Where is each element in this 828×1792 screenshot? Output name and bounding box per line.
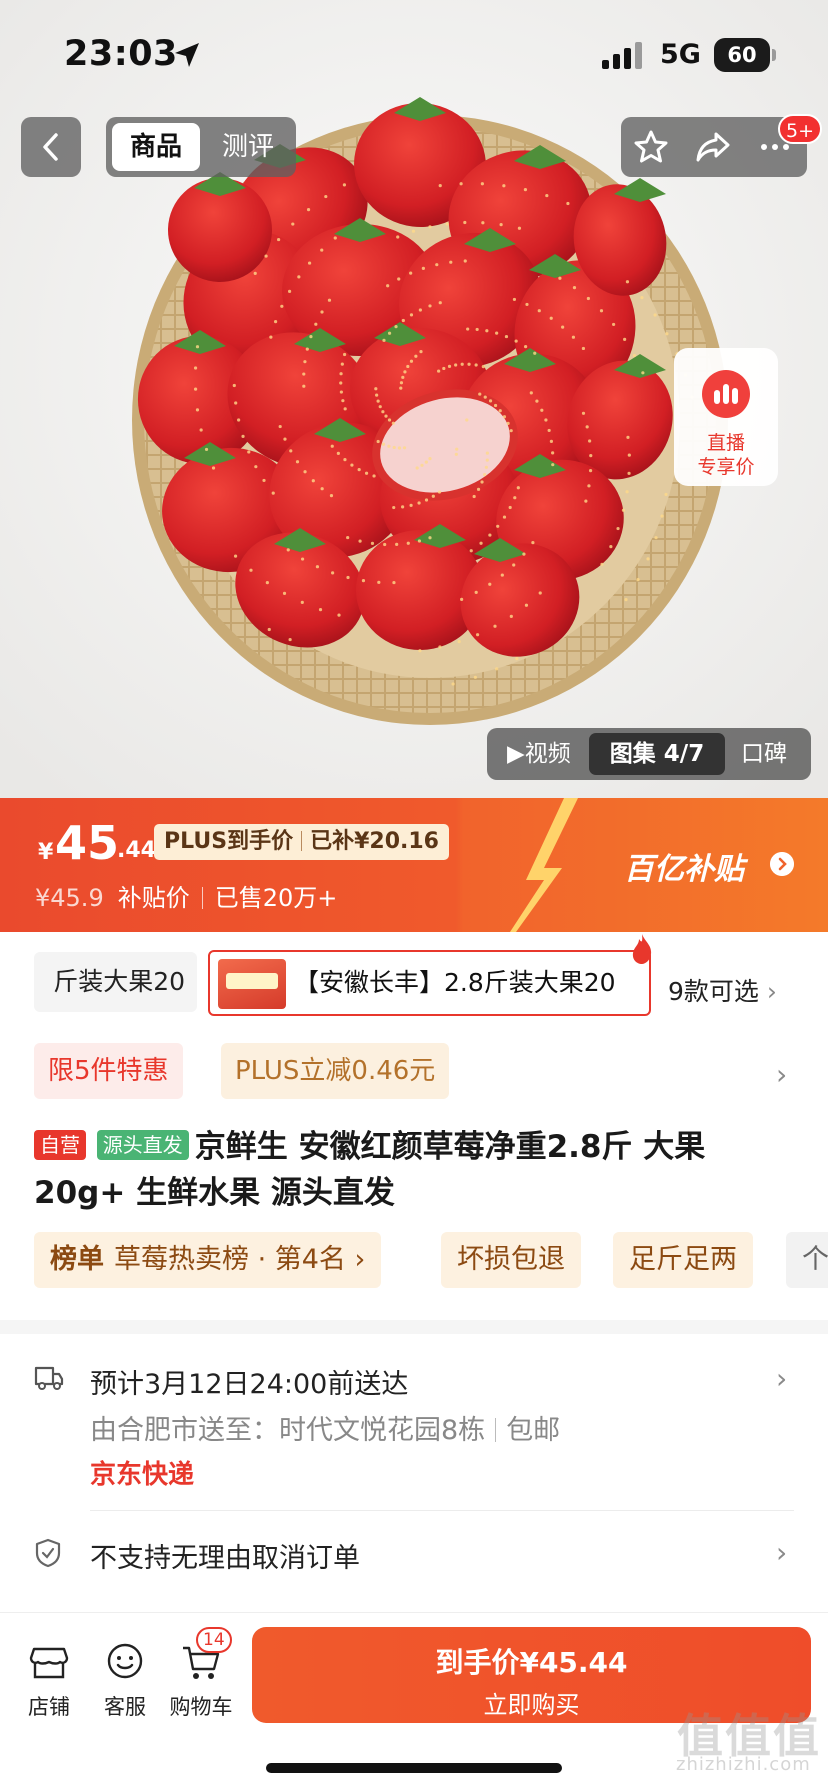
subsidy-amount: 已补¥20.16 — [310, 829, 439, 854]
store-button[interactable]: 店铺 — [14, 1613, 84, 1721]
chevron-right-icon[interactable]: › — [776, 1536, 787, 1569]
back-button[interactable] — [21, 117, 81, 177]
battery-tip — [772, 49, 776, 61]
live-bars-icon — [702, 370, 750, 418]
original-price: ¥45.9 — [35, 884, 104, 912]
gallery-video-tab[interactable]: ▶视频 — [507, 728, 571, 780]
free-shipping: 包邮 — [506, 1415, 561, 1446]
spec-selector: 斤装大果20 【安徽长丰】2.8斤装大果20 9款可选 › — [0, 932, 828, 1032]
store-icon — [29, 1647, 69, 1679]
battery-icon: 60 — [714, 38, 770, 72]
product-title: 自营 源头直发 京鲜生 安徽红颜草莓净重2.8斤 大果20g+ 生鲜水果 源头直发 — [34, 1124, 794, 1216]
chevron-right-icon[interactable]: › — [776, 1362, 787, 1395]
buy-price: 到手价¥45.44 — [435, 1646, 628, 1679]
store-label: 店铺 — [28, 1695, 70, 1719]
shield-check-icon — [35, 1538, 61, 1568]
subsidy-price-label: 补贴价 — [117, 884, 190, 912]
spec-thumbnail — [218, 959, 286, 1009]
customer-service-label: 客服 — [104, 1695, 146, 1719]
source-direct-tag: 源头直发 — [96, 1130, 189, 1160]
gallery-switcher: ▶视频 图集 4/7 口碑 — [487, 728, 811, 780]
chat-face-icon — [107, 1643, 143, 1679]
hot-flame-icon — [632, 934, 652, 964]
tab-review[interactable]: 测评 — [204, 123, 292, 171]
promo-plus-tag[interactable]: PLUS立减0.46元 — [221, 1043, 450, 1099]
price-currency: ¥ — [38, 840, 54, 865]
spec-option-label: 【安徽长丰】2.8斤装大果20 — [294, 968, 616, 997]
promise-damage-refund[interactable]: 坏损包退 — [441, 1232, 581, 1288]
location-arrow-icon — [175, 43, 199, 67]
sold-count: 已售20万+ — [214, 884, 338, 912]
status-time: 23:03 — [64, 34, 178, 74]
ranking-label: 榜单 — [50, 1244, 104, 1275]
cellular-signal-icon — [602, 42, 642, 69]
page-tabs: 商品 测评 — [106, 117, 296, 177]
spec-option-prev-label: 斤装大果20 — [53, 967, 185, 996]
cancel-policy[interactable]: 不支持无理由取消订单 — [90, 1536, 360, 1575]
ranking-text: 草莓热卖榜 · 第4名 — [114, 1244, 346, 1275]
subsidy-logo: 百亿补贴 — [624, 852, 744, 887]
star-icon[interactable] — [633, 129, 669, 165]
chevron-right-circle-icon — [770, 852, 794, 876]
product-image-carousel[interactable]: 23:03 5G 60 商品 测评 5+ 直播 专享价 ▶视频 图集 4/7 口… — [0, 0, 828, 798]
share-icon[interactable] — [695, 129, 731, 165]
delivery-eta[interactable]: 预计3月12日24:00前送达 — [90, 1362, 408, 1401]
customer-service-button[interactable]: 客服 — [90, 1613, 160, 1721]
ranking-tag[interactable]: 榜单 草莓热卖榜 · 第4名 › — [34, 1232, 382, 1288]
promise-more[interactable]: 个 — [786, 1232, 828, 1288]
gallery-review-tab[interactable]: 口碑 — [741, 728, 787, 780]
spec-more-link[interactable]: 9款可选 › — [668, 972, 777, 1008]
cart-label: 购物车 — [169, 1695, 233, 1719]
lightning-bolt-icon — [510, 798, 578, 932]
live-label: 直播 — [706, 432, 745, 454]
delivery-address: 由合肥市送至：时代文悦花园8栋 — [90, 1415, 486, 1446]
chevron-right-icon[interactable]: › — [776, 1058, 787, 1091]
price-amount: 45 — [55, 816, 120, 870]
tab-product[interactable]: 商品 — [112, 123, 200, 171]
truck-icon — [34, 1366, 64, 1390]
watermark-site: zhizhizhi.com — [676, 1754, 811, 1775]
gallery-album-tab[interactable]: 图集 4/7 — [589, 733, 725, 775]
plus-price-label: PLUS到手价 — [164, 829, 294, 854]
live-price-card[interactable]: 直播 专享价 — [674, 348, 778, 486]
price-decimal: .44 — [117, 838, 156, 863]
spec-option-selected[interactable]: 【安徽长丰】2.8斤装大果20 — [208, 950, 651, 1016]
spec-option-prev[interactable]: 斤装大果20 — [34, 952, 197, 1012]
network-type: 5G — [660, 39, 701, 70]
promise-full-weight[interactable]: 足斤足两 — [613, 1232, 753, 1288]
section-divider — [0, 1320, 828, 1334]
price-banner[interactable]: ¥ 45 .44 PLUS到手价 已补¥20.16 ¥45.9 补贴价 已售20万+ … — [0, 798, 828, 932]
status-bar: 23:03 5G 60 — [0, 0, 828, 100]
plus-price-pill: PLUS到手价 已补¥20.16 — [154, 824, 449, 860]
chevron-left-icon — [43, 133, 58, 161]
cart-count-badge: 14 — [196, 1627, 232, 1653]
home-indicator — [266, 1763, 562, 1773]
delivery-address-row[interactable]: 由合肥市送至：时代文悦花园8栋 包邮 — [90, 1408, 560, 1447]
message-badge: 5+ — [778, 114, 823, 144]
price-sub-row: ¥45.9 补贴价 已售20万+ — [35, 878, 337, 913]
spec-more-label: 9款可选 — [668, 977, 759, 1006]
divider — [90, 1510, 794, 1511]
promo-limit-tag[interactable]: 限5件特惠 — [34, 1043, 183, 1099]
self-operated-tag: 自营 — [34, 1130, 86, 1160]
carrier-label: 京东快递 — [90, 1460, 195, 1490]
live-price-label: 专享价 — [697, 456, 755, 478]
